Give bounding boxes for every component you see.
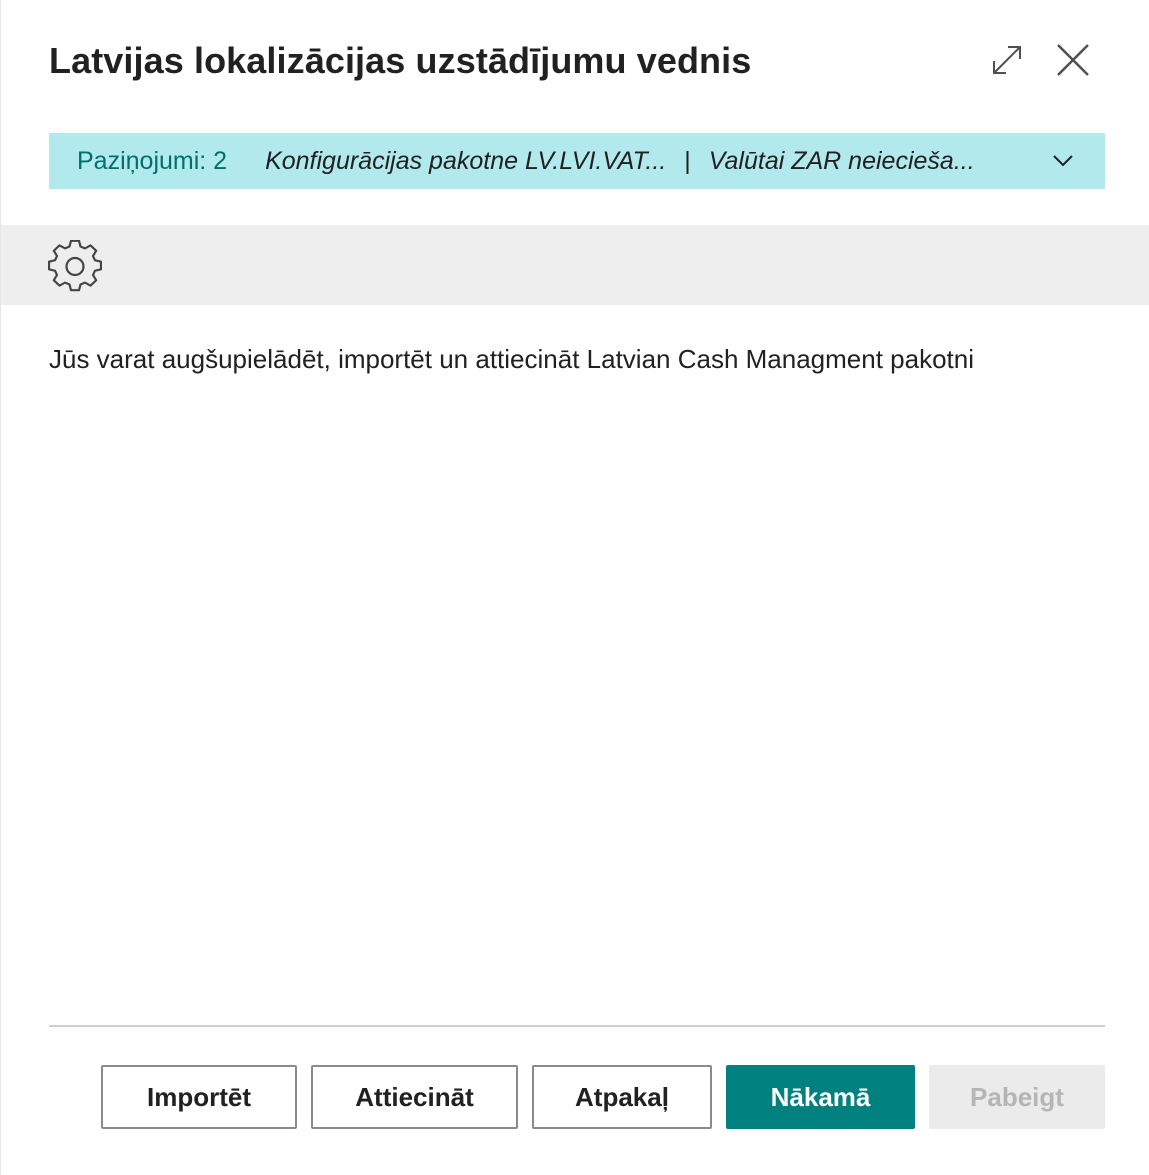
expand-diagonal-icon <box>993 46 1021 74</box>
title-actions <box>987 40 1093 80</box>
notification-count[interactable]: Paziņojumi: 2 <box>77 147 227 176</box>
notification-message-1[interactable]: Konfigurācijas pakotne LV.LVI.VAT... <box>265 147 666 176</box>
dialog-title: Latvijas lokalizācijas uzstādījumu vedni… <box>49 40 752 81</box>
next-button[interactable]: Nākamā <box>726 1065 915 1129</box>
expand-button[interactable] <box>987 40 1027 80</box>
apply-button[interactable]: Attiecināt <box>311 1065 518 1129</box>
setup-wizard-dialog: Latvijas lokalizācijas uzstādījumu vedni… <box>0 0 1149 1175</box>
notification-bar[interactable]: Paziņojumi: 2 Konfigurācijas pakotne LV.… <box>49 133 1105 189</box>
finish-button[interactable]: Pabeigt <box>929 1065 1105 1129</box>
gear-icon <box>48 240 102 292</box>
chevron-down-icon <box>1053 155 1073 167</box>
settings-button[interactable] <box>47 239 103 295</box>
back-button[interactable]: Atpakaļ <box>532 1065 712 1129</box>
import-button[interactable]: Importēt <box>101 1065 297 1129</box>
notification-separator: | <box>684 146 691 175</box>
notification-expand-button[interactable] <box>1049 147 1077 175</box>
instruction-text: Jūs varat augšupielādēt, importēt un att… <box>49 344 974 374</box>
close-button[interactable] <box>1053 40 1093 80</box>
close-icon <box>1057 44 1089 76</box>
action-bar <box>1 225 1149 305</box>
footer-divider <box>49 1025 1105 1027</box>
notification-message-2[interactable]: Valūtai ZAR neieciešа... <box>709 147 975 176</box>
